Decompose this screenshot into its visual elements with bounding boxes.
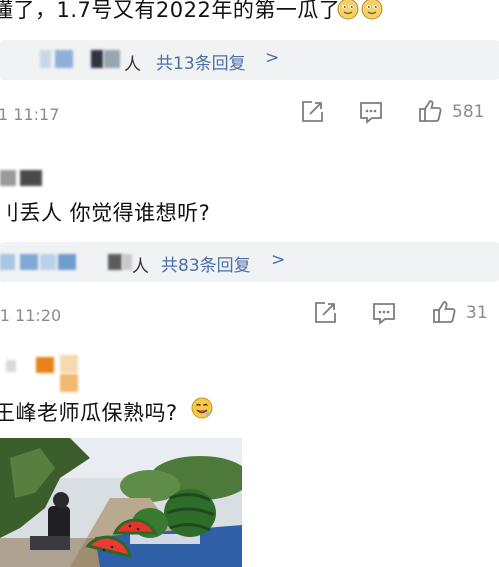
doge-emoji-icon <box>361 0 383 20</box>
comment-3-text: 王峰老师瓜保熟吗? <box>0 401 178 425</box>
reply-username: 人 <box>132 257 149 277</box>
like-icon[interactable] <box>431 299 457 325</box>
drooling-emoji-icon <box>191 397 213 419</box>
avatar <box>20 170 42 186</box>
avatar <box>108 254 122 270</box>
watermelon-cart-photo[interactable] <box>0 438 242 567</box>
avatar <box>0 170 16 186</box>
avatar <box>40 254 56 270</box>
doge-emoji-icon <box>337 0 359 20</box>
avatar <box>6 360 16 372</box>
chevron-right-icon: > <box>265 48 280 68</box>
avatar <box>36 357 54 373</box>
reply-preview-1[interactable]: 人 共13条回复 > <box>0 40 499 80</box>
comment-icon[interactable] <box>371 300 397 326</box>
comment-2-text: 刂丢人 你觉得谁想听? <box>0 201 211 225</box>
reply-preview-2[interactable]: 人 共83条回复 > <box>0 242 499 282</box>
comment-2-time: -1 11:20 <box>0 306 62 325</box>
share-icon[interactable] <box>312 300 338 326</box>
avatar <box>20 254 38 270</box>
comment-1-text: 懂了，1.7号又有2022年的第一瓜了 <box>0 0 341 22</box>
like-icon[interactable] <box>417 98 443 124</box>
comment-icon[interactable] <box>358 99 384 125</box>
avatar <box>60 355 78 373</box>
view-replies-link[interactable]: 共83条回复 <box>161 251 251 276</box>
avatar <box>0 254 15 270</box>
like-count-2: 31 <box>466 303 488 323</box>
avatar <box>122 254 132 270</box>
comment-1-time: 1 11:17 <box>0 105 60 124</box>
avatar <box>104 50 120 68</box>
avatar <box>40 50 51 68</box>
avatar <box>58 254 76 270</box>
like-count-1: 581 <box>452 102 485 122</box>
view-replies-link[interactable]: 共13条回复 <box>156 49 246 74</box>
avatar <box>60 374 78 392</box>
avatar <box>91 50 103 68</box>
share-icon[interactable] <box>299 99 325 125</box>
reply-username: 人 <box>124 55 141 75</box>
chevron-right-icon: > <box>271 250 286 270</box>
avatar <box>55 50 73 68</box>
